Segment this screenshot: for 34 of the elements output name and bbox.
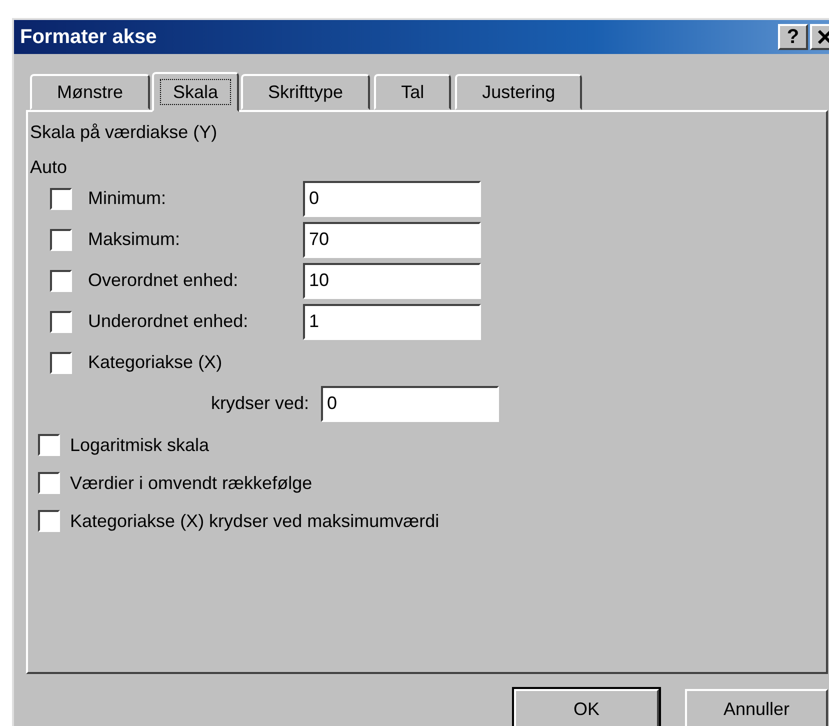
dialog-button[interactable]: OK xyxy=(514,689,659,726)
checkbox-label: Kategoriakse (X) xyxy=(88,352,224,373)
tab[interactable]: Mønstre xyxy=(30,74,150,110)
checkbox[interactable] xyxy=(38,434,60,456)
tab[interactable]: Skrifttype xyxy=(241,74,370,110)
input-field[interactable]: 70 xyxy=(303,222,481,258)
tab[interactable]: Justering xyxy=(455,74,582,110)
close-icon xyxy=(817,29,829,45)
checkbox-label: Værdier i omvendt rækkefølge xyxy=(70,472,312,494)
help-button[interactable]: ? xyxy=(778,24,808,50)
field-label: Underordnet enhed: xyxy=(88,311,250,332)
field-label: krydser ved: xyxy=(210,393,310,414)
tab[interactable]: Tal xyxy=(374,74,452,110)
field-label: Maksimum: xyxy=(88,229,182,250)
section-heading: Skala på værdiakse (Y) xyxy=(29,122,218,143)
field-label: Minimum: xyxy=(88,188,168,209)
checkbox[interactable] xyxy=(38,510,60,532)
input-field[interactable]: 10 xyxy=(303,262,481,298)
checkbox[interactable] xyxy=(38,472,60,494)
input-field[interactable]: 0 xyxy=(303,180,481,216)
checkbox[interactable] xyxy=(50,270,72,292)
tab[interactable]: Skala xyxy=(152,72,240,112)
checkbox[interactable] xyxy=(50,352,72,374)
checkbox-label: Kategoriakse (X) krydser ved maksimumværdi xyxy=(70,510,440,532)
checkbox[interactable] xyxy=(50,188,72,210)
checkbox[interactable] xyxy=(50,310,72,332)
field-label: Overordnet enhed: xyxy=(88,270,240,291)
auto-label: Auto xyxy=(29,157,68,178)
checkbox-label: Logaritmisk skala xyxy=(70,434,210,456)
input-field[interactable]: 1 xyxy=(303,304,481,340)
input-field[interactable]: 0 xyxy=(321,386,499,422)
checkbox[interactable] xyxy=(50,228,72,250)
window-title: Formater akse xyxy=(20,26,158,48)
dialog-button[interactable]: Annuller xyxy=(685,689,828,726)
